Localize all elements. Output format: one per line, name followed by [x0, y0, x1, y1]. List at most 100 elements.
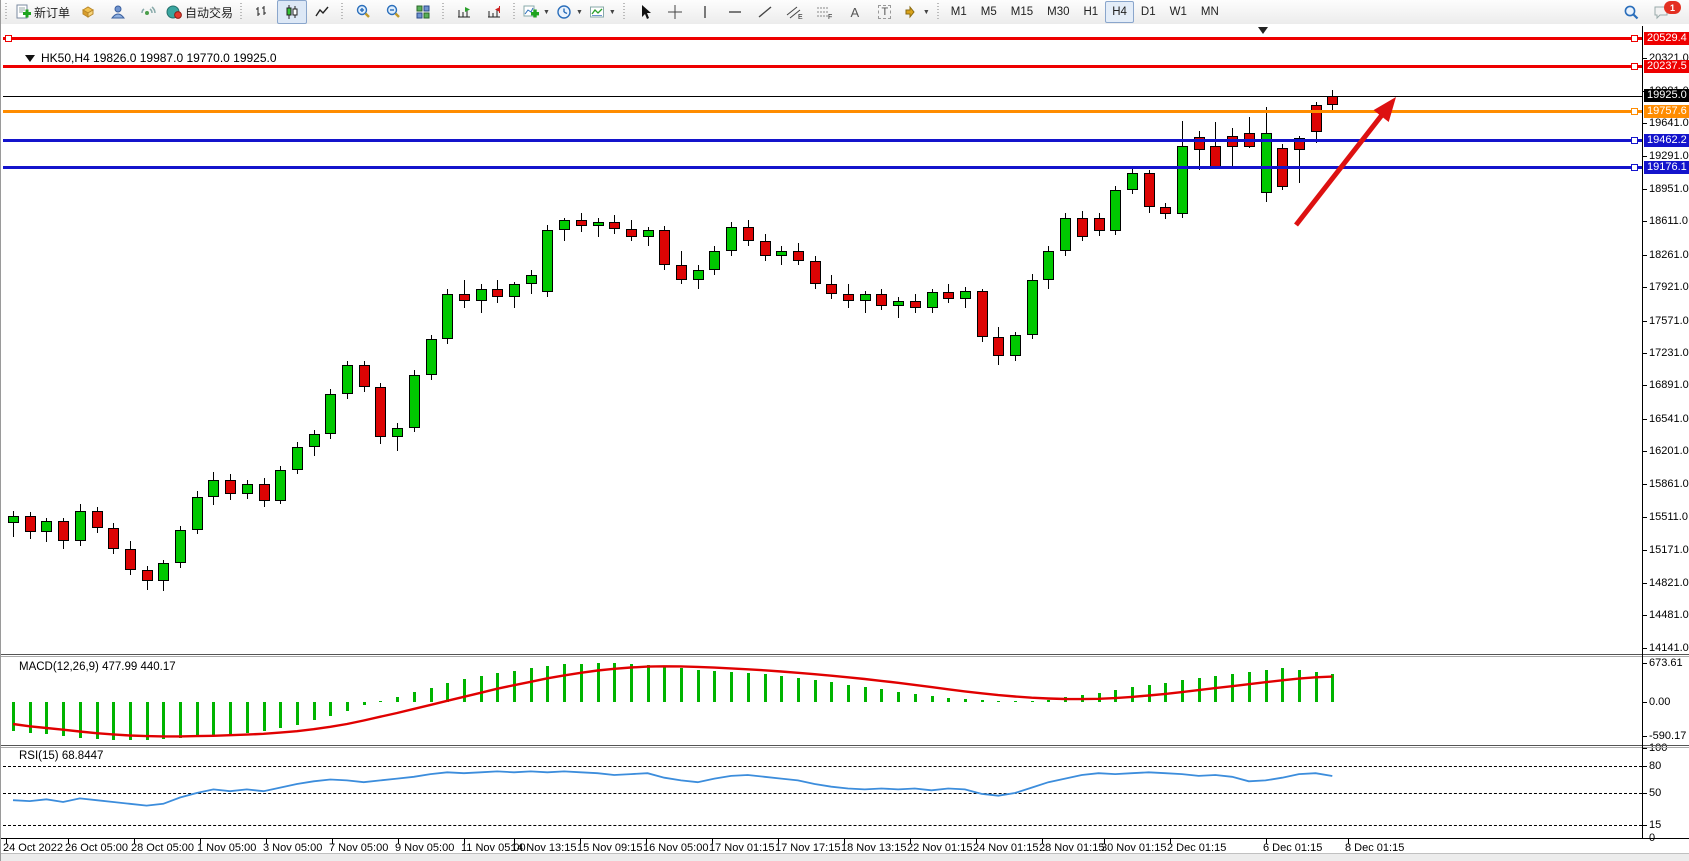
vertical-line-button[interactable] — [690, 0, 720, 24]
line-handle[interactable] — [1631, 164, 1638, 171]
bar-chart-button[interactable] — [247, 0, 277, 24]
timeframe-button-M1[interactable]: M1 — [944, 1, 974, 23]
macd-histogram-bar — [847, 685, 850, 702]
timeframe-button-M15[interactable]: M15 — [1004, 1, 1040, 23]
candle — [309, 434, 320, 446]
candle — [192, 497, 203, 529]
horizontal-line-button[interactable] — [720, 0, 750, 24]
line-handle[interactable] — [1631, 35, 1638, 42]
chart-shift-button[interactable] — [479, 0, 509, 24]
candle — [208, 480, 219, 497]
metaeditor-button[interactable] — [103, 0, 133, 24]
auto-scroll-icon — [456, 4, 472, 20]
rsi-axis-tick: 100 — [1649, 742, 1667, 754]
rsi-axis-tick: 50 — [1649, 787, 1661, 799]
text-button[interactable]: A — [840, 0, 870, 24]
zoom-in-button[interactable] — [348, 0, 378, 24]
timeframe-button-W1[interactable]: W1 — [1163, 1, 1194, 23]
trendline-button[interactable] — [750, 0, 780, 24]
crosshair-button[interactable] — [660, 0, 690, 24]
new-order-button[interactable]: 新订单 — [12, 0, 73, 24]
macd-histogram-bar — [396, 697, 399, 702]
candle — [1043, 251, 1054, 280]
bid-price-label: 19925.0 — [1644, 89, 1689, 102]
candle — [1177, 146, 1188, 214]
macd-histogram-bar — [246, 702, 249, 733]
arrows-button[interactable]: ▼ — [900, 0, 933, 24]
autotrading-button[interactable]: 自动交易 — [163, 0, 236, 24]
price-axis-tick: 16201.0 — [1649, 445, 1689, 457]
timeframe-button-H4[interactable]: H4 — [1105, 1, 1134, 23]
horizontal-line-20529.4[interactable] — [3, 37, 1642, 40]
timeframe-button-H1[interactable]: H1 — [1077, 1, 1106, 23]
macd-histogram-bar — [931, 696, 934, 702]
candle — [609, 222, 620, 229]
horizontal-line-19757.6[interactable] — [3, 110, 1642, 113]
macd-histogram-bar — [263, 702, 266, 731]
toolbar-grip — [511, 3, 518, 21]
indicator-lines-overlay — [1, 24, 1689, 861]
templates-button[interactable]: ▼ — [586, 0, 619, 24]
macd-histogram-bar — [363, 702, 366, 705]
price-axis-tick: 15861.0 — [1649, 478, 1689, 490]
cursor-button[interactable] — [630, 0, 660, 24]
timeframe-button-D1[interactable]: D1 — [1134, 1, 1163, 23]
candle — [1027, 280, 1038, 335]
auto-scroll-button[interactable] — [449, 0, 479, 24]
candle — [810, 261, 821, 285]
pane-separator — [1, 656, 1689, 657]
macd-histogram-bar — [29, 702, 32, 733]
candle — [1060, 218, 1071, 251]
candle — [1311, 105, 1322, 132]
zoom-out-button[interactable] — [378, 0, 408, 24]
timeframe-button-M30[interactable]: M30 — [1040, 1, 1076, 23]
line-chart-button[interactable] — [307, 0, 337, 24]
search-button[interactable] — [1616, 0, 1646, 24]
macd-histogram-bar — [446, 683, 449, 702]
price-axis-tick: 16541.0 — [1649, 413, 1689, 425]
indicators-button[interactable]: ▼ — [520, 0, 553, 24]
horizontal-line-icon — [727, 4, 743, 20]
timeframe-button-M5[interactable]: M5 — [974, 1, 1004, 23]
pane-separator[interactable] — [1, 745, 1689, 746]
line-handle[interactable] — [5, 35, 12, 42]
macd-histogram-bar — [480, 676, 483, 702]
candlestick-chart-button[interactable] — [277, 0, 307, 24]
terminal-window: 新订单 自动交易 — [0, 0, 1689, 861]
pane-separator[interactable] — [1, 654, 1689, 655]
line-handle[interactable] — [1631, 137, 1638, 144]
candle — [526, 275, 537, 285]
toolbox-button[interactable] — [73, 0, 103, 24]
price-axis-tick: 14821.0 — [1649, 577, 1689, 589]
macd-axis-tick: -590.17 — [1649, 730, 1686, 742]
timeframe-button-MN[interactable]: MN — [1194, 1, 1226, 23]
candle — [626, 229, 637, 237]
chevron-down-icon: ▼ — [923, 9, 930, 16]
signals-icon — [140, 4, 156, 20]
price-axis-tick: 18611.0 — [1649, 215, 1688, 227]
autotrading-icon — [166, 4, 182, 20]
candle — [776, 251, 787, 256]
text-label-button[interactable]: T — [870, 0, 900, 24]
horizontal-line-19462.2[interactable] — [3, 139, 1642, 142]
chart-shift-marker[interactable] — [1258, 27, 1268, 34]
line-handle[interactable] — [1631, 108, 1638, 115]
candle — [375, 387, 386, 437]
line-handle[interactable] — [1631, 63, 1638, 70]
macd-histogram-bar — [864, 687, 867, 702]
equidistant-channel-button[interactable]: E — [780, 0, 810, 24]
macd-histogram-bar — [229, 702, 232, 734]
fibonacci-button[interactable]: F — [810, 0, 840, 24]
candle — [1110, 190, 1121, 231]
tile-windows-button[interactable] — [408, 0, 438, 24]
candle — [158, 563, 169, 581]
macd-histogram-bar — [463, 679, 466, 702]
signals-button[interactable] — [133, 0, 163, 24]
macd-histogram-bar — [563, 664, 566, 702]
notifications-button[interactable]: 1 — [1646, 0, 1676, 24]
horizontal-line-19176.1[interactable] — [3, 166, 1642, 169]
periods-button[interactable]: ▼ — [553, 0, 586, 24]
horizontal-line-20237.5[interactable] — [3, 65, 1642, 68]
candle — [442, 294, 453, 339]
svg-text:F: F — [828, 14, 832, 20]
